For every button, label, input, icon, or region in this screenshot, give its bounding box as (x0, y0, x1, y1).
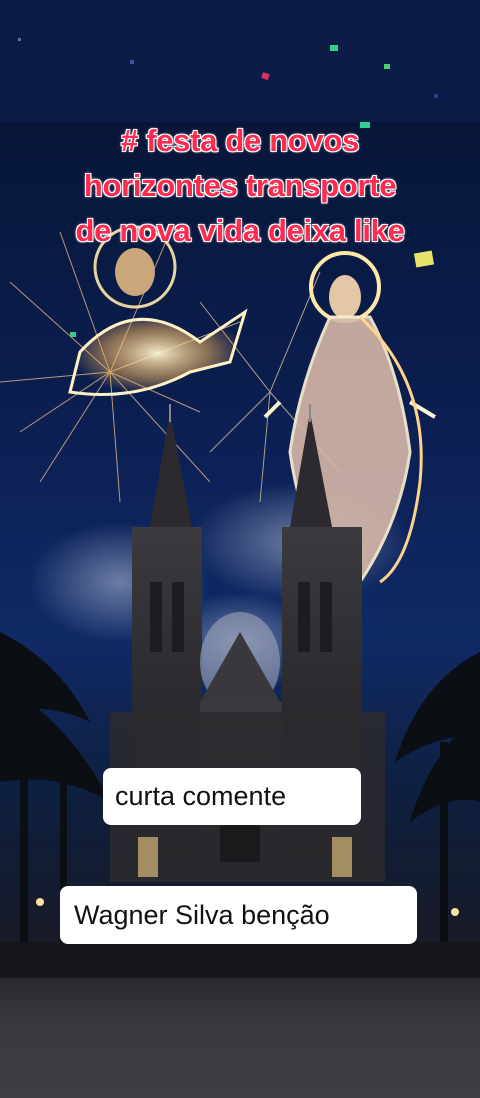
overlay-title-line: # festa de novos (120, 123, 360, 158)
video-frame: # festa de novos horizontes transporte d… (0, 0, 480, 1098)
overlay-title-line: horizontes transporte (83, 168, 397, 203)
bottom-letterbox (0, 978, 480, 1098)
top-letterbox (0, 0, 480, 122)
confetti-top (18, 38, 438, 98)
overlay-title: # festa de novos horizontes transporte d… (0, 118, 480, 253)
caption-author: Wagner Silva benção (60, 886, 417, 944)
overlay-title-line: de nova vida deixa like (75, 213, 405, 248)
caption-curta-comente: curta comente (103, 768, 361, 825)
